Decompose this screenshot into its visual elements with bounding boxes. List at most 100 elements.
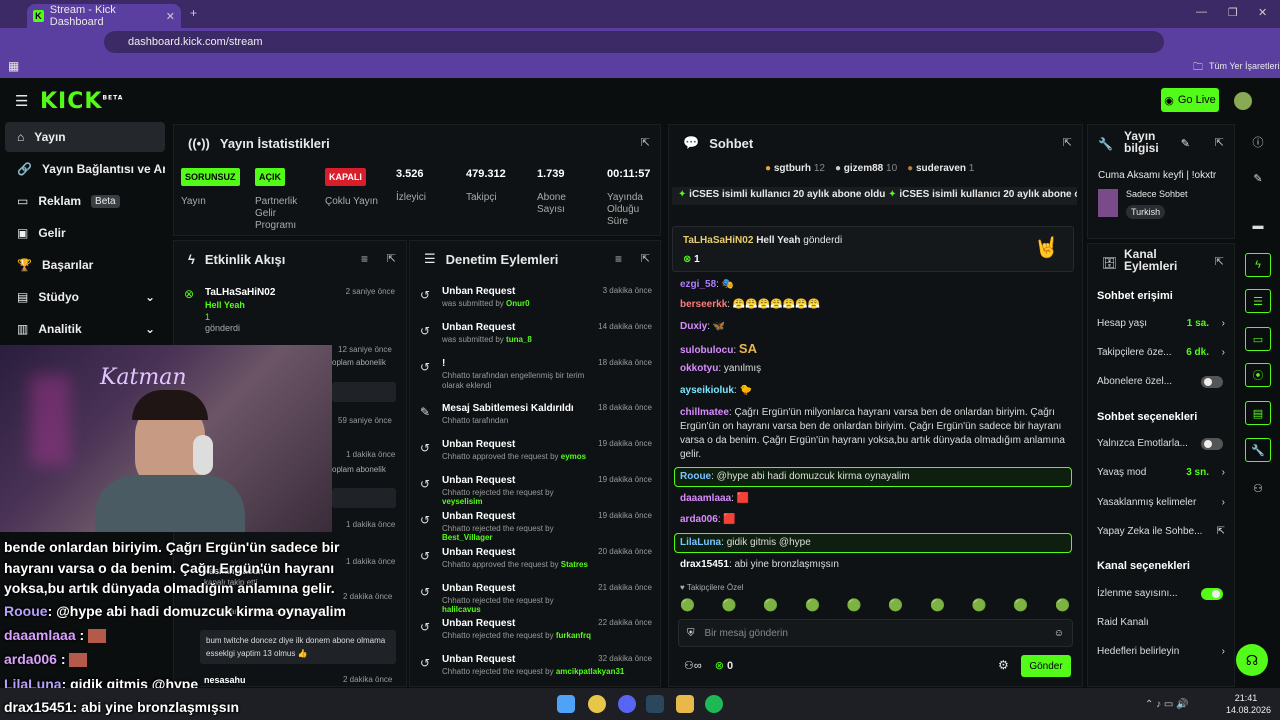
chat-user[interactable]: sulobulocu <box>680 345 733 356</box>
followers-only-setting[interactable]: Takipçilere öze... 6 dk. › <box>1097 347 1225 361</box>
moderation-item[interactable]: ✎ Mesaj Sabitlemesi Kaldırıldı Chhatto tar… <box>418 403 658 439</box>
bolt-icon[interactable]: ϟ <box>1245 253 1271 277</box>
steam-icon[interactable] <box>646 695 664 713</box>
chrome-icon[interactable] <box>588 695 606 713</box>
hamburger-icon[interactable]: ☰ <box>15 92 28 110</box>
emote-icon[interactable]: 🟢 <box>930 598 945 612</box>
chat-user[interactable]: Rooue <box>680 471 711 482</box>
popout-icon[interactable]: ⇱ <box>641 252 650 265</box>
emote-icon[interactable]: 🟢 <box>722 598 737 612</box>
moderation-item[interactable]: ↺ Unban Request was submitted by tuna_8 14 … <box>418 322 658 358</box>
user-avatar[interactable] <box>1234 92 1252 110</box>
emoji-icon[interactable]: ☺ <box>1054 628 1064 639</box>
url-field[interactable]: dashboard.kick.com/stream <box>104 31 1164 53</box>
mod-user[interactable]: Statres <box>561 560 588 569</box>
settings-icon[interactable]: ⚙ <box>998 658 1009 672</box>
moderation-item[interactable]: ↺ Unban Request Chhatto rejected the reque… <box>418 475 658 511</box>
moderation-item[interactable]: ↺! Chhatto tarafından engellenmiş bir ter… <box>418 358 658 400</box>
popout-icon[interactable]: ⇱ <box>1215 255 1224 268</box>
raid-setting[interactable]: Raid Kanalı <box>1097 617 1225 631</box>
emote-icon[interactable]: 🟢 <box>1013 598 1028 612</box>
clock[interactable]: 21:41 14.08.2026 <box>1226 692 1271 716</box>
activity-user[interactable]: nesasahu <box>204 675 246 685</box>
subs-only-setting[interactable]: Abonelere özel... <box>1097 376 1225 390</box>
apps-icon[interactable]: ▦ <box>8 59 19 73</box>
signal-icon[interactable]: ⦿ <box>1245 363 1271 387</box>
subs-only-toggle[interactable] <box>1201 376 1223 388</box>
activity-user[interactable]: TaLHaSaHiN02 <box>205 287 275 298</box>
mod-user[interactable]: halilcavus <box>442 605 481 614</box>
kick-logo[interactable]: KICKBETA <box>40 89 123 114</box>
discord-icon[interactable] <box>618 695 636 713</box>
filter-icon[interactable]: ≡ <box>615 252 622 266</box>
spotify-icon[interactable] <box>705 695 723 713</box>
mod-user[interactable]: tuna_8 <box>506 335 532 344</box>
start-icon[interactable] <box>557 695 575 713</box>
targets-setting[interactable]: Hedefleri belirleyin › <box>1097 646 1225 660</box>
all-bookmarks[interactable]: Tüm Yer İşaretleri <box>1209 61 1280 71</box>
sidebar-item-analytics[interactable]: ▥ Analitik ⌄ <box>5 314 165 344</box>
chat-user[interactable]: ayseikioluk <box>680 385 734 396</box>
go-live-button[interactable]: ◉ Go Live <box>1161 88 1219 112</box>
account-age-setting[interactable]: Hesap yaşı 1 sa. › <box>1097 318 1225 332</box>
chat-user[interactable]: okkotyu <box>680 363 718 374</box>
sidebar-item-revenue[interactable]: ▣ Gelir <box>5 218 165 248</box>
send-button[interactable]: Gönder <box>1021 655 1071 677</box>
emote-icon[interactable]: 🟢 <box>805 598 820 612</box>
moderation-item[interactable]: ↺ Unban Request Chhatto rejected the reque… <box>418 511 658 547</box>
users-icon[interactable]: ⚇ <box>1245 476 1271 500</box>
gifter-item[interactable]: ● suderaven 1 <box>907 163 974 174</box>
info-icon[interactable]: ⓘ <box>1245 130 1271 154</box>
category-name[interactable]: Sadece Sohbet <box>1126 189 1188 199</box>
chat-user[interactable]: chillmatee <box>680 407 729 418</box>
popout-icon[interactable]: ⇱ <box>1063 136 1072 149</box>
minimize-icon[interactable]: — <box>1196 6 1207 18</box>
sidebar-item-achievements[interactable]: 🏆 Başarılar <box>5 250 165 280</box>
popout-icon[interactable]: ⇱ <box>387 252 396 265</box>
sidebar-item-ads[interactable]: ▭ Reklam Beta <box>5 186 165 216</box>
sidebar-item-yayin[interactable]: ⌂ Yayın <box>5 122 165 152</box>
moderation-item[interactable]: ↺ Unban Request Chhatto approved the reque… <box>418 547 658 583</box>
users-icon[interactable]: ⚇∞ <box>684 660 702 672</box>
sidebar-item-stream-key[interactable]: 🔗 Yayın Bağlantısı ve Anahtarı <box>5 154 165 184</box>
chat-icon[interactable]: ▭ <box>1245 327 1271 351</box>
popout-icon[interactable]: ⇱ <box>1215 136 1224 149</box>
emote-icon[interactable]: 🟢 <box>1055 598 1070 612</box>
pinned-user[interactable]: TaLHaSaHiN02 <box>683 235 753 246</box>
browser-tab[interactable]: K Stream - Kick Dashboard ✕ <box>27 4 181 28</box>
moderation-item[interactable]: ↺ Unban Request Chhatto rejected the reque… <box>418 654 658 690</box>
mod-user[interactable]: furkanfrq <box>556 631 591 640</box>
folder-icon[interactable] <box>676 695 694 713</box>
chat-user[interactable]: Duxiy <box>680 321 707 332</box>
mod-user[interactable]: eymos <box>561 452 586 461</box>
chat-user[interactable]: ezgi_58 <box>680 279 716 290</box>
popout-icon[interactable]: ⇱ <box>641 136 650 149</box>
emote-icon[interactable]: 🟢 <box>888 598 903 612</box>
maximize-icon[interactable]: ❐ <box>1228 6 1238 19</box>
mod-user[interactable]: amcikpatlakyan31 <box>556 667 625 676</box>
gifter-item[interactable]: ● sgtburh 12 <box>765 163 825 174</box>
moderation-item[interactable]: ↺ Unban Request was submitted by Onur0 3 da… <box>418 286 658 322</box>
viewer-count-setting[interactable]: İzlenme sayısını... <box>1097 588 1225 602</box>
close-tab-icon[interactable]: ✕ <box>166 10 175 23</box>
chat-user[interactable]: drax15451 <box>680 559 729 570</box>
banned-words-setting[interactable]: Yasaklanmış kelimeler › <box>1097 497 1225 511</box>
ai-moderation-setting[interactable]: Yapay Zeka ile Sohbe... ⇱ <box>1097 526 1225 540</box>
tray-icons[interactable]: ⌃ ♪ ▭ 🔊 <box>1145 699 1189 710</box>
emote-icon[interactable]: 🟢 <box>847 598 862 612</box>
archive-icon[interactable]: ▤ <box>1245 401 1271 425</box>
help-support-button[interactable]: ☊ <box>1236 644 1268 676</box>
mod-user[interactable]: Onur0 <box>506 299 530 308</box>
emote-icon[interactable]: 🟢 <box>680 598 695 612</box>
edit-icon[interactable]: ✎ <box>1181 137 1190 150</box>
chat-user[interactable]: berseerkk <box>680 299 727 310</box>
list-icon[interactable]: ☰ <box>1245 289 1271 313</box>
mod-user[interactable]: veyselisim <box>442 497 482 506</box>
moderation-item[interactable]: ↺ Unban Request Chhatto rejected the reque… <box>418 618 658 654</box>
chat-user[interactable]: LilaLuna <box>680 537 721 548</box>
window-close-icon[interactable]: ✕ <box>1258 6 1267 19</box>
moderation-item[interactable]: ↺ Unban Request Chhatto approved the reque… <box>418 439 658 475</box>
edit-icon[interactable]: ✎ <box>1245 166 1271 190</box>
filter-icon[interactable]: ≡ <box>361 252 368 266</box>
card-icon[interactable]: ▬ <box>1245 214 1271 238</box>
